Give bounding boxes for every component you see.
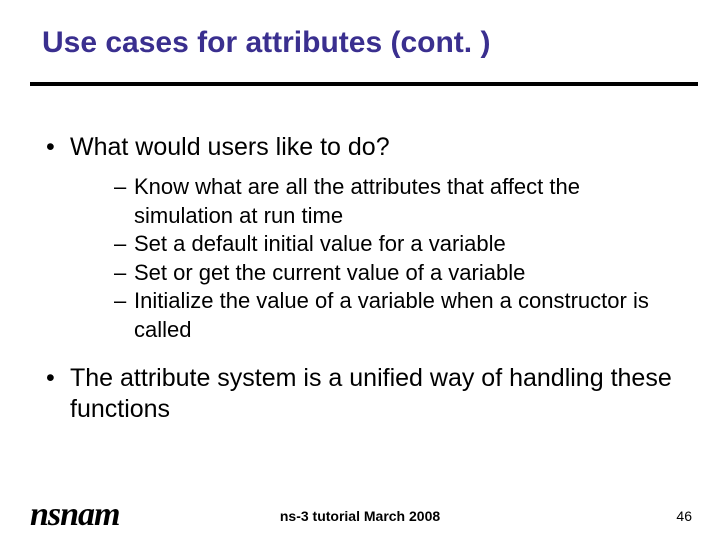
sub-bullet-list: Know what are all the attributes that af…: [70, 173, 680, 345]
bullet-level2: Know what are all the attributes that af…: [114, 173, 680, 230]
bullet-text: Initialize the value of a variable when …: [134, 288, 649, 342]
footer-text: ns-3 tutorial March 2008: [0, 508, 720, 524]
page-number: 46: [676, 508, 692, 524]
bullet-text: What would users like to do?: [70, 133, 390, 161]
slide: Use cases for attributes (cont. ) What w…: [0, 0, 720, 540]
bullet-text: Set a default initial value for a variab…: [134, 231, 506, 256]
bullet-text: The attribute system is a unified way of…: [70, 364, 672, 423]
bullet-level1: What would users like to do? Know what a…: [46, 132, 680, 345]
slide-body: What would users like to do? Know what a…: [46, 132, 680, 439]
bullet-level2: Set or get the current value of a variab…: [114, 259, 680, 288]
bullet-text: Know what are all the attributes that af…: [134, 174, 580, 228]
slide-title: Use cases for attributes (cont. ): [42, 26, 490, 60]
bullet-level2: Set a default initial value for a variab…: [114, 230, 680, 259]
title-underline: [30, 82, 698, 86]
bullet-text: Set or get the current value of a variab…: [134, 260, 525, 285]
bullet-level2: Initialize the value of a variable when …: [114, 287, 680, 344]
bullet-level1: The attribute system is a unified way of…: [46, 363, 680, 425]
